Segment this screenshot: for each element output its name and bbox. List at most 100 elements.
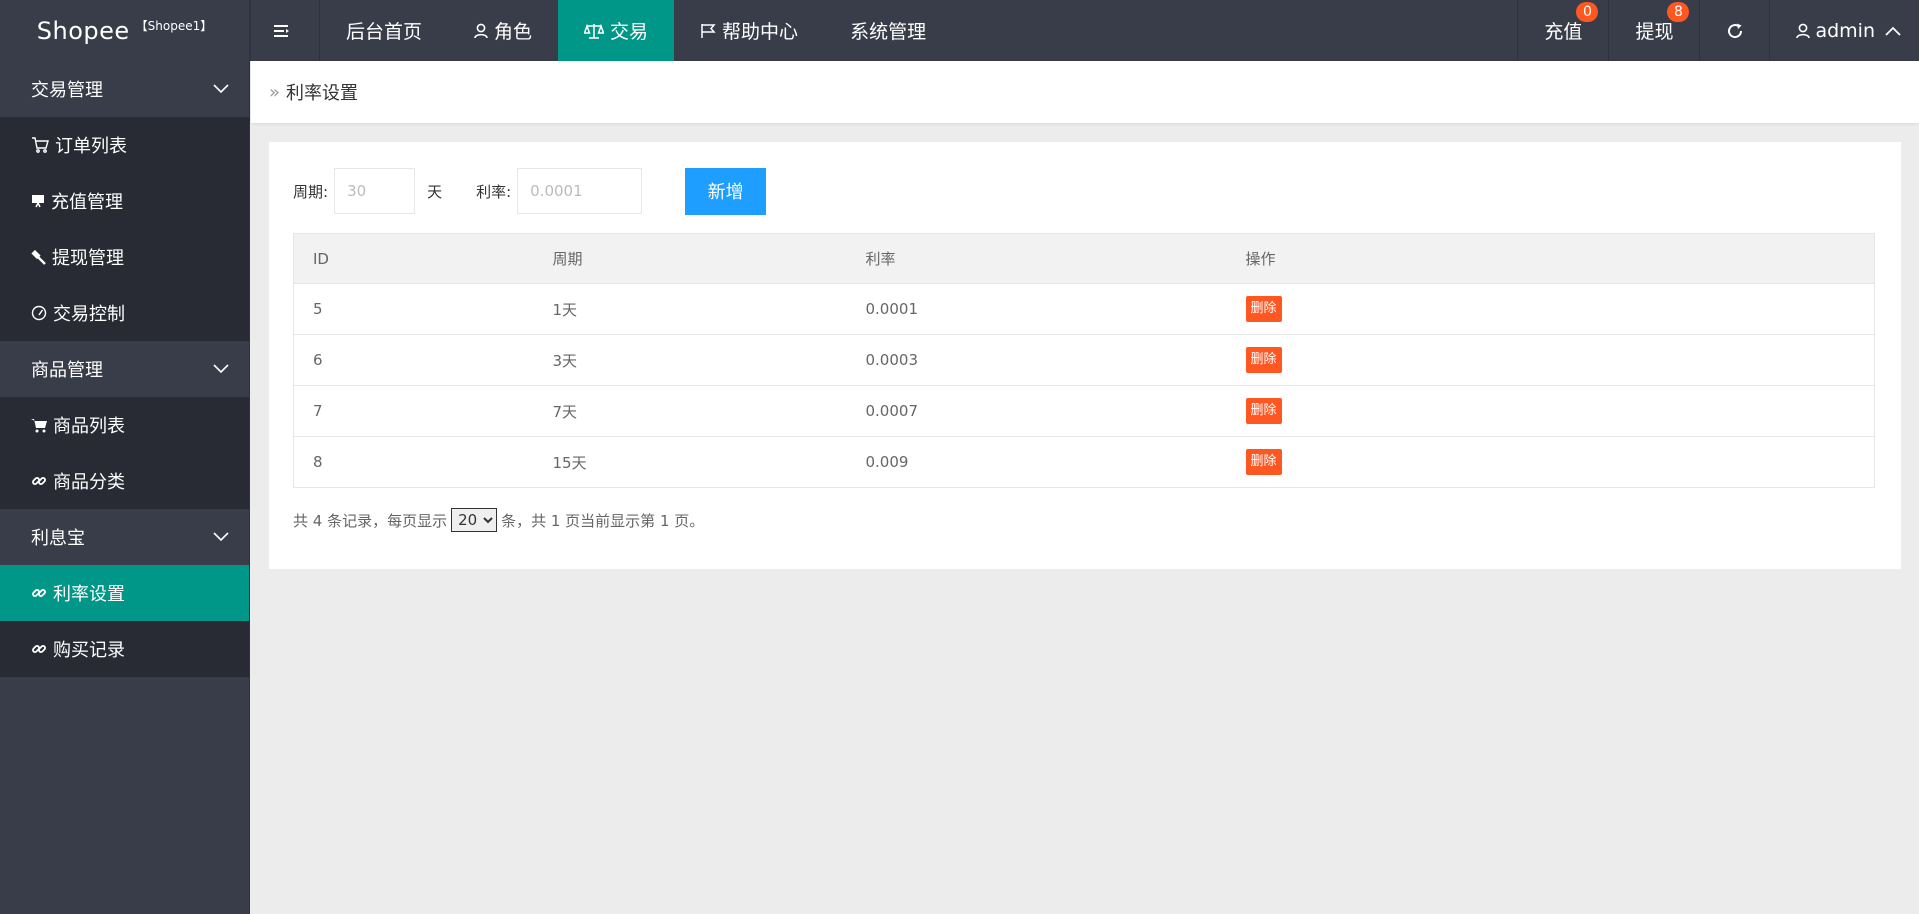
sidebar-item-goods-category[interactable]: 商品分类 bbox=[0, 453, 249, 509]
chevron-up-icon bbox=[1885, 26, 1901, 36]
sidebar-item-label: 商品列表 bbox=[53, 416, 125, 437]
chevron-down-icon bbox=[213, 84, 229, 94]
nav-role-label: 角色 bbox=[494, 21, 533, 43]
top-header: Shopee 【Shopee1】 后台首页 角色 交易 帮助中心 系统管理 充值… bbox=[0, 0, 1919, 61]
table-header-row: ID 周期 利率 操作 bbox=[293, 233, 1875, 284]
recharge-badge: 0 bbox=[1576, 2, 1599, 22]
flag-icon bbox=[701, 23, 716, 38]
cell-action: 删除 bbox=[1226, 385, 1875, 437]
column-header-period: 周期 bbox=[533, 233, 847, 284]
nav-trade-label: 交易 bbox=[610, 21, 649, 43]
sidebar-item-label: 提现管理 bbox=[52, 248, 124, 269]
nav-home[interactable]: 后台首页 bbox=[320, 0, 448, 61]
sidebar-item-withdraw[interactable]: 提现管理 bbox=[0, 229, 249, 285]
scale-icon bbox=[584, 23, 605, 39]
cell-action: 删除 bbox=[1226, 334, 1875, 386]
table-row: 8 15天 0.009 删除 bbox=[293, 436, 1875, 488]
rate-table: ID 周期 利率 操作 5 1天 0.0001 删除 6 3天 0.0003 删… bbox=[293, 233, 1875, 488]
cart-icon bbox=[31, 418, 47, 432]
cell-rate: 0.0001 bbox=[846, 283, 1227, 335]
sidebar: 交易管理 订单列表 充值管理 提现管理 交易控制 商品管理 商品列表 商品分类 … bbox=[0, 61, 250, 914]
table-row: 5 1天 0.0001 删除 bbox=[293, 283, 1875, 335]
period-input[interactable] bbox=[334, 168, 416, 214]
hammer-icon bbox=[31, 249, 46, 265]
withdraw-label: 提现 bbox=[1635, 21, 1674, 43]
top-right-actions: 充值 0 提现 8 admin bbox=[1517, 0, 1919, 61]
sidebar-item-trade-control[interactable]: 交易控制 bbox=[0, 285, 249, 341]
user-name: admin bbox=[1815, 19, 1875, 42]
pagination-prefix: 共 4 条记录，每页显示 bbox=[293, 511, 448, 530]
delete-button[interactable]: 删除 bbox=[1245, 449, 1282, 475]
cell-period: 3天 bbox=[533, 334, 847, 386]
nav-role[interactable]: 角色 bbox=[448, 0, 558, 61]
user-icon bbox=[474, 23, 488, 38]
sidebar-item-label: 充值管理 bbox=[51, 192, 123, 213]
dashboard-icon bbox=[31, 305, 47, 321]
cell-action: 删除 bbox=[1226, 436, 1875, 488]
nav-system-label: 系统管理 bbox=[850, 21, 927, 43]
rate-input[interactable] bbox=[517, 168, 643, 214]
nav-trade[interactable]: 交易 bbox=[558, 0, 675, 61]
period-label: 周期: bbox=[293, 182, 329, 201]
breadcrumb-current[interactable]: 利率设置 bbox=[286, 79, 358, 105]
chevron-down-icon bbox=[213, 364, 229, 374]
cell-period: 1天 bbox=[533, 283, 847, 335]
delete-button[interactable]: 删除 bbox=[1245, 296, 1282, 322]
cell-id: 8 bbox=[293, 436, 534, 488]
content-card: 周期: 天 利率: 新增 ID 周期 利率 操作 5 1天 0.0001 删除 … bbox=[269, 142, 1901, 569]
nav-system[interactable]: 系统管理 bbox=[824, 0, 952, 61]
recharge-label: 充值 bbox=[1544, 21, 1583, 43]
monitor-icon bbox=[32, 195, 44, 208]
menu-toggle-icon bbox=[274, 24, 289, 37]
chevron-down-icon bbox=[213, 532, 229, 542]
refresh-button[interactable] bbox=[1699, 0, 1769, 61]
sidebar-group-label: 利息宝 bbox=[31, 528, 85, 549]
sidebar-item-purchase-records[interactable]: 购买记录 bbox=[0, 621, 249, 677]
add-button[interactable]: 新增 bbox=[685, 167, 767, 215]
column-header-action: 操作 bbox=[1226, 233, 1875, 284]
pagination-suffix: 条，共 1 页当前显示第 1 页。 bbox=[501, 511, 705, 530]
sidebar-group-interest[interactable]: 利息宝 bbox=[0, 509, 249, 565]
column-header-rate: 利率 bbox=[846, 233, 1227, 284]
cell-rate: 0.0007 bbox=[846, 385, 1227, 437]
cell-rate: 0.009 bbox=[846, 436, 1227, 488]
page-size-select[interactable]: 20 bbox=[451, 508, 498, 532]
sidebar-group-label: 交易管理 bbox=[31, 80, 103, 101]
sidebar-group-label: 商品管理 bbox=[31, 360, 103, 381]
user-icon bbox=[1796, 23, 1811, 38]
cell-id: 7 bbox=[293, 385, 534, 437]
sidebar-group-trade[interactable]: 交易管理 bbox=[0, 61, 249, 117]
sidebar-item-goods-list[interactable]: 商品列表 bbox=[0, 397, 249, 453]
delete-button[interactable]: 删除 bbox=[1245, 347, 1282, 373]
brand-tag: 【Shopee1】 bbox=[135, 19, 213, 33]
withdraw-button[interactable]: 提现 8 bbox=[1608, 0, 1699, 61]
period-unit: 天 bbox=[427, 182, 443, 201]
top-nav: 后台首页 角色 交易 帮助中心 系统管理 bbox=[250, 0, 952, 61]
nav-home-label: 后台首页 bbox=[346, 21, 423, 43]
user-menu[interactable]: admin bbox=[1769, 0, 1919, 61]
link-icon bbox=[32, 589, 46, 597]
recharge-button[interactable]: 充值 0 bbox=[1517, 0, 1608, 61]
column-header-id: ID bbox=[293, 233, 534, 284]
cell-id: 5 bbox=[293, 283, 534, 335]
cell-period: 15天 bbox=[533, 436, 847, 488]
link-icon bbox=[32, 477, 46, 485]
cell-id: 6 bbox=[293, 334, 534, 386]
sidebar-item-label: 订单列表 bbox=[55, 136, 127, 157]
sidebar-item-rate-settings[interactable]: 利率设置 bbox=[0, 565, 249, 621]
table-row: 6 3天 0.0003 删除 bbox=[293, 334, 1875, 386]
cell-rate: 0.0003 bbox=[846, 334, 1227, 386]
withdraw-badge: 8 bbox=[1667, 2, 1690, 22]
nav-help[interactable]: 帮助中心 bbox=[674, 0, 824, 61]
sidebar-item-orders[interactable]: 订单列表 bbox=[0, 117, 249, 173]
sidebar-group-goods[interactable]: 商品管理 bbox=[0, 341, 249, 397]
link-icon bbox=[32, 645, 46, 653]
logo[interactable]: Shopee 【Shopee1】 bbox=[0, 0, 250, 61]
brand-name: Shopee bbox=[36, 16, 130, 45]
cell-action: 删除 bbox=[1226, 283, 1875, 335]
cart-icon bbox=[32, 137, 49, 153]
delete-button[interactable]: 删除 bbox=[1245, 398, 1282, 424]
menu-toggle-button[interactable] bbox=[250, 0, 320, 61]
sidebar-item-recharge[interactable]: 充值管理 bbox=[0, 173, 249, 229]
breadcrumb: » 利率设置 bbox=[251, 61, 1919, 123]
